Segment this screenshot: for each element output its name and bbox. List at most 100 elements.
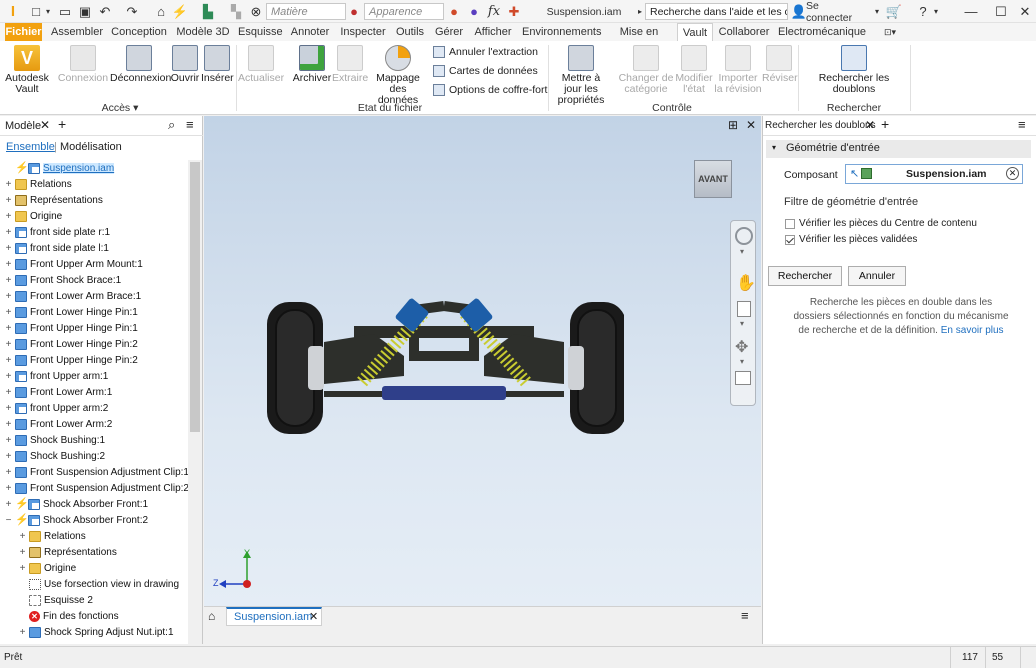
- viewcube[interactable]: AVANT: [694, 160, 732, 198]
- graphics-viewport[interactable]: ⊞ ✕ AVANT ▾ ✋ ▾ ✥ ▾ Y Z ⌂ Suspension.iam…: [204, 116, 761, 626]
- tree-item[interactable]: + Représentations: [4, 192, 103, 208]
- tree-item[interactable]: + Front Lower Arm:1: [4, 384, 112, 400]
- expand-toggle-icon[interactable]: +: [4, 419, 13, 430]
- tree-item[interactable]: + front Upper arm:1: [4, 368, 108, 384]
- learn-more-link[interactable]: En savoir plus: [941, 325, 1004, 336]
- app-logo-icon[interactable]: I: [6, 3, 20, 20]
- actualiser-button[interactable]: Actualiser: [238, 45, 284, 84]
- ribbon-options-icon[interactable]: ⊡▾: [878, 23, 902, 41]
- mappage-donnees-button[interactable]: Mappage des données: [368, 45, 428, 106]
- help-search-input[interactable]: Recherche dans l'aide et les com: [645, 3, 788, 20]
- add-tab-icon[interactable]: +: [881, 116, 889, 132]
- tree-item[interactable]: + Front Upper Hinge Pin:2: [4, 352, 138, 368]
- options-coffre-fort-button[interactable]: Options de coffre-fort: [433, 84, 547, 96]
- look-at-icon[interactable]: [735, 371, 751, 385]
- expand-toggle-icon[interactable]: −: [4, 515, 13, 526]
- parameters-fx[interactable]: fx: [486, 3, 502, 20]
- tree-item[interactable]: + front Upper arm:2: [4, 400, 108, 416]
- connexion-button[interactable]: Connexion: [56, 45, 110, 84]
- tab-electromecanique[interactable]: Electromécanique: [778, 23, 866, 41]
- expand-toggle-icon[interactable]: +: [4, 435, 13, 446]
- add-tab-icon[interactable]: +: [58, 116, 66, 132]
- tree-item[interactable]: + Front Upper Hinge Pin:1: [4, 320, 138, 336]
- expand-toggle-icon[interactable]: +: [4, 339, 13, 350]
- tree-item[interactable]: + Représentations: [18, 544, 117, 560]
- tree-item[interactable]: + Relations: [4, 176, 72, 192]
- sign-in-dropdown-icon[interactable]: ▾: [872, 3, 882, 20]
- tree-item[interactable]: + Front Lower Arm:2: [4, 416, 112, 432]
- select-icon[interactable]: ▙: [200, 3, 216, 20]
- ouvrir-button[interactable]: Ouvrir: [169, 45, 201, 84]
- tab-inspecter[interactable]: Inspecter: [338, 23, 388, 41]
- suspension-model[interactable]: [264, 296, 624, 446]
- tab-environnements[interactable]: Environnements: [522, 23, 602, 41]
- autodesk-vault-button[interactable]: V Autodesk Vault: [4, 45, 50, 95]
- clear-selection-icon[interactable]: ✕: [1006, 167, 1019, 180]
- expand-toggle-icon[interactable]: +: [4, 323, 13, 334]
- tab-outils[interactable]: Outils: [394, 23, 426, 41]
- tree-item[interactable]: + Front Lower Hinge Pin:2: [4, 336, 138, 352]
- cartes-donnees-button[interactable]: Cartes de données: [433, 65, 538, 77]
- tree-item[interactable]: + Shock Bushing:1: [4, 432, 105, 448]
- cart-icon[interactable]: 🛒: [886, 3, 902, 20]
- tab-annoter[interactable]: Annoter: [290, 23, 330, 41]
- new-dropdown-icon[interactable]: ▾: [44, 3, 52, 20]
- chevron-down-icon[interactable]: ▾: [740, 357, 744, 366]
- modifier-etat-button[interactable]: Modifier l'état: [674, 45, 714, 95]
- expand-toggle-icon[interactable]: +: [4, 211, 13, 222]
- tree-item[interactable]: + Front Upper Arm Mount:1: [4, 256, 143, 272]
- zoom-icon[interactable]: [737, 301, 751, 317]
- tab-mise-en-route[interactable]: Mise en route: [606, 23, 672, 56]
- component-selector[interactable]: ↖ Suspension.iam ✕: [845, 164, 1023, 184]
- tree-item[interactable]: ⚡ Suspension.iam: [4, 160, 115, 176]
- expand-toggle-icon[interactable]: +: [4, 355, 13, 366]
- home-icon[interactable]: ⌂: [208, 609, 215, 623]
- expand-toggle-icon[interactable]: +: [4, 467, 13, 478]
- expand-toggle-icon[interactable]: +: [18, 627, 27, 638]
- annuler-extraction-button[interactable]: Annuler l'extraction: [433, 46, 538, 58]
- expand-toggle-icon[interactable]: +: [4, 371, 13, 382]
- expand-toggle-icon[interactable]: +: [18, 547, 27, 558]
- tree-item[interactable]: Esquisse 2: [18, 592, 93, 608]
- collapse-icon[interactable]: ▾: [772, 143, 776, 152]
- expand-toggle-icon[interactable]: +: [4, 195, 13, 206]
- menu-icon[interactable]: ≡: [1018, 117, 1026, 132]
- checkbox-released-parts-label[interactable]: Vérifier les pièces validées: [799, 234, 917, 245]
- tab-fichier[interactable]: Fichier: [5, 23, 42, 41]
- tree-scrollbar[interactable]: [188, 160, 202, 644]
- view-ensemble-tab[interactable]: Ensemble: [6, 141, 55, 153]
- reviser-button[interactable]: Réviser: [762, 45, 798, 84]
- tab-gerer[interactable]: Gérer: [434, 23, 464, 41]
- checkbox-released-parts[interactable]: [785, 235, 795, 245]
- inserer-button[interactable]: Insérer: [201, 45, 234, 84]
- chevron-down-icon[interactable]: ▾: [740, 247, 744, 256]
- tree-item[interactable]: + ⚡ Shock Absorber Front:1: [4, 496, 148, 512]
- save-icon[interactable]: ▣: [77, 3, 93, 20]
- deconnexion-button[interactable]: Déconnexion: [110, 45, 171, 84]
- archiver-button[interactable]: Archiver: [292, 45, 332, 84]
- section-header[interactable]: ▾ Géométrie d'entrée: [766, 140, 1031, 158]
- view-modelisation-tab[interactable]: Modélisation: [60, 141, 122, 153]
- close-viewport-icon[interactable]: ✕: [746, 118, 756, 132]
- pan-hand-icon[interactable]: ✋: [736, 273, 756, 293]
- expand-toggle-icon[interactable]: +: [4, 451, 13, 462]
- tree-item[interactable]: + Front Lower Arm Brace:1: [4, 288, 141, 304]
- help-dropdown-icon[interactable]: ▾: [931, 3, 941, 20]
- tree-item[interactable]: + Origine: [18, 560, 76, 576]
- annuler-button[interactable]: Annuler: [848, 266, 906, 286]
- split-view-icon[interactable]: ⊞: [728, 118, 738, 132]
- appearance-select[interactable]: Apparence: [364, 3, 444, 20]
- close-icon[interactable]: ✕: [40, 118, 50, 132]
- tab-esquisse[interactable]: Esquisse: [238, 23, 283, 41]
- open-folder-icon[interactable]: ▭: [57, 3, 73, 20]
- expand-toggle-icon[interactable]: +: [4, 227, 13, 238]
- checkbox-content-center-label[interactable]: Vérifier les pièces du Centre de contenu: [799, 218, 977, 229]
- tree-item[interactable]: + front side plate r:1: [4, 224, 110, 240]
- close-window-icon[interactable]: ✕: [1016, 3, 1034, 20]
- changer-categorie-button[interactable]: Changer de catégorie: [618, 45, 674, 95]
- search-icon[interactable]: ⌕: [168, 117, 175, 133]
- tree-item[interactable]: + front side plate l:1: [4, 240, 109, 256]
- expand-toggle-icon[interactable]: +: [4, 291, 13, 302]
- chevron-down-icon[interactable]: ▾: [740, 319, 744, 328]
- tree-item[interactable]: ✕ Fin des fonctions: [18, 608, 119, 624]
